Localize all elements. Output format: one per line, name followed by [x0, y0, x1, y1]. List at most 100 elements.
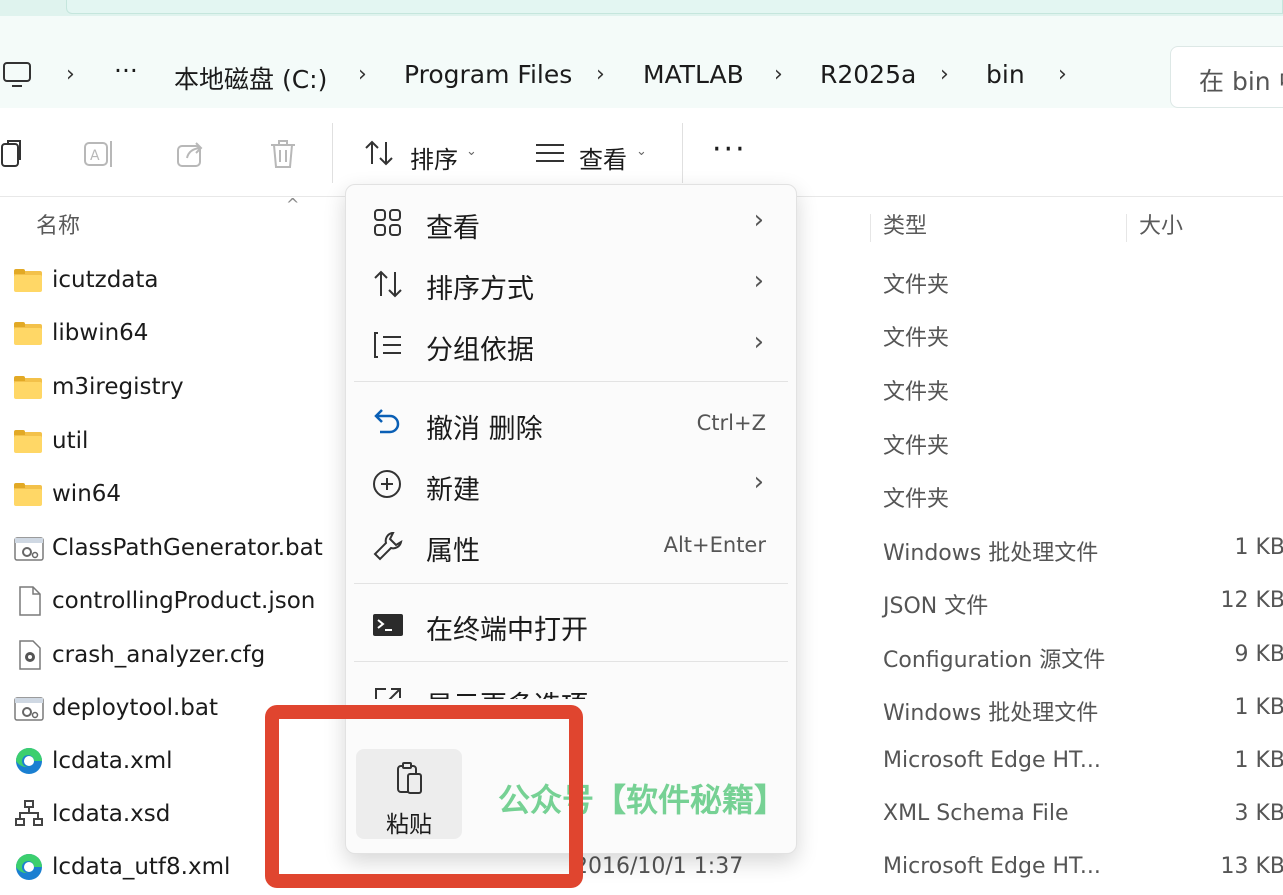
chevron-right-icon[interactable]: ›	[358, 62, 367, 87]
file-name: lcdata_utf8.xml	[52, 854, 231, 880]
chevron-down-icon[interactable]: ⌄	[466, 144, 477, 159]
menu-item-group-by[interactable]: 分组依据 ›	[346, 315, 796, 373]
file-name: win64	[52, 481, 122, 507]
file-name: icutzdata	[52, 267, 159, 293]
menu-item-sort-by[interactable]: 排序方式 ›	[346, 254, 796, 312]
chevron-right-icon: ›	[753, 467, 764, 497]
sort-icon[interactable]	[364, 138, 394, 168]
shortcut-label: Ctrl+Z	[696, 411, 766, 435]
file-name: lcdata.xml	[52, 748, 173, 774]
address-bar[interactable]: › ··· 本地磁盘 (C:) › Program Files › MATLAB…	[0, 16, 1283, 109]
shortcut-label: Alt+Enter	[663, 533, 766, 557]
menu-item-new[interactable]: 新建 ›	[346, 455, 796, 513]
menu-item-open-terminal[interactable]: 在终端中打开	[346, 595, 796, 653]
chevron-right-icon: ›	[753, 205, 764, 235]
file-size: 13 KB	[1220, 854, 1283, 879]
toolbar-divider	[332, 123, 333, 183]
config-file-icon	[19, 640, 41, 670]
breadcrumb-program-files[interactable]: Program Files	[404, 60, 572, 89]
chevron-right-icon[interactable]: ›	[66, 62, 75, 87]
file-size: 3 KB	[1234, 801, 1283, 826]
breadcrumb-bin[interactable]: bin	[986, 60, 1025, 89]
menu-item-label: 显示更多选项	[426, 684, 588, 699]
file-size: 12 KB	[1220, 588, 1283, 613]
chevron-right-icon[interactable]: ›	[596, 62, 605, 87]
menu-divider	[354, 381, 788, 382]
sort-icon	[374, 270, 402, 298]
menu-item-label: 排序方式	[426, 274, 534, 305]
highlight-box	[265, 705, 583, 888]
breadcrumb-local-disk[interactable]: 本地磁盘 (C:)	[174, 60, 327, 96]
chevron-right-icon[interactable]: ›	[1058, 62, 1067, 87]
copy-icon[interactable]	[0, 138, 26, 170]
breadcrumb-overflow[interactable]: ···	[114, 56, 138, 85]
xsd-file-icon	[15, 800, 43, 826]
delete-icon[interactable]	[268, 138, 298, 170]
column-header-name[interactable]: 名称	[36, 208, 80, 240]
column-separator[interactable]	[870, 214, 871, 242]
chevron-right-icon: ›	[753, 266, 764, 296]
menu-item-label: 分组依据	[426, 335, 534, 366]
toolbar-divider	[682, 123, 683, 183]
folder-icon	[14, 322, 44, 346]
chevron-right-icon[interactable]: ›	[940, 62, 949, 87]
file-type: 文件夹	[883, 326, 950, 351]
batch-file-icon	[14, 537, 44, 561]
rename-icon[interactable]: A	[83, 138, 115, 170]
file-size: 1 KB	[1234, 695, 1283, 720]
file-name: crash_analyzer.cfg	[52, 642, 266, 668]
menu-item-label: 新建	[426, 475, 480, 506]
terminal-icon	[373, 614, 403, 636]
file-type: Configuration 源文件	[883, 648, 1106, 673]
file-type: Microsoft Edge HT...	[883, 748, 1101, 773]
file-type: Windows 批处理文件	[883, 541, 1099, 566]
more-options-button[interactable]: ···	[712, 132, 747, 167]
breadcrumb-r2025a[interactable]: R2025a	[820, 60, 916, 89]
json-file-icon	[19, 586, 41, 616]
column-header-type[interactable]: 类型	[883, 208, 927, 240]
view-icon[interactable]	[534, 138, 566, 168]
folder-icon	[14, 269, 44, 293]
file-type: XML Schema File	[883, 801, 1069, 826]
menu-item-properties[interactable]: 属性 Alt+Enter	[346, 516, 796, 574]
file-date: 2016/10/1 1:37	[574, 854, 744, 879]
file-type: Microsoft Edge HT...	[883, 854, 1101, 879]
menu-item-label: 在终端中打开	[426, 615, 588, 646]
chevron-right-icon[interactable]: ›	[774, 62, 783, 87]
edge-icon	[16, 748, 42, 774]
file-type: 文件夹	[883, 273, 950, 298]
menu-item-label: 查看	[426, 213, 480, 244]
grid-view-icon	[374, 209, 401, 236]
file-size: 1 KB	[1234, 535, 1283, 560]
chevron-down-icon[interactable]: ⌄	[636, 144, 647, 159]
computer-icon[interactable]	[2, 60, 32, 90]
menu-item-show-more-inner: 显示更多选项	[346, 675, 796, 699]
menu-item-undo-delete[interactable]: 撤消 删除 Ctrl+Z	[346, 394, 796, 452]
file-name: libwin64	[52, 320, 149, 346]
chevron-right-icon: ›	[753, 327, 764, 357]
menu-item-label: 撤消 删除	[426, 414, 543, 445]
column-separator[interactable]	[1126, 214, 1127, 242]
breadcrumb-matlab[interactable]: MATLAB	[643, 60, 744, 89]
edge-icon	[16, 854, 42, 880]
view-button-label[interactable]: 查看	[579, 140, 627, 175]
file-type: 文件夹	[883, 487, 950, 512]
menu-divider	[354, 661, 788, 662]
search-box[interactable]: 在 bin 中	[1170, 46, 1283, 108]
sort-button-label[interactable]: 排序	[410, 140, 458, 175]
folder-icon	[14, 376, 44, 400]
undo-icon	[374, 409, 400, 434]
sort-ascending-icon: ^	[286, 195, 300, 214]
wrench-icon	[373, 532, 403, 561]
share-icon[interactable]	[176, 138, 208, 170]
column-header-size[interactable]: 大小	[1139, 208, 1183, 240]
file-name: lcdata.xsd	[52, 801, 171, 827]
title-strip-inner	[66, 0, 1283, 14]
folder-icon	[14, 483, 44, 507]
file-name: deploytool.bat	[52, 695, 218, 721]
file-name: ClassPathGenerator.bat	[52, 535, 323, 561]
menu-item-show-more[interactable]: 显示更多选项	[346, 675, 796, 699]
batch-file-icon	[14, 697, 44, 721]
menu-item-view[interactable]: 查看 ›	[346, 193, 796, 251]
search-placeholder: 在 bin 中	[1199, 67, 1283, 96]
